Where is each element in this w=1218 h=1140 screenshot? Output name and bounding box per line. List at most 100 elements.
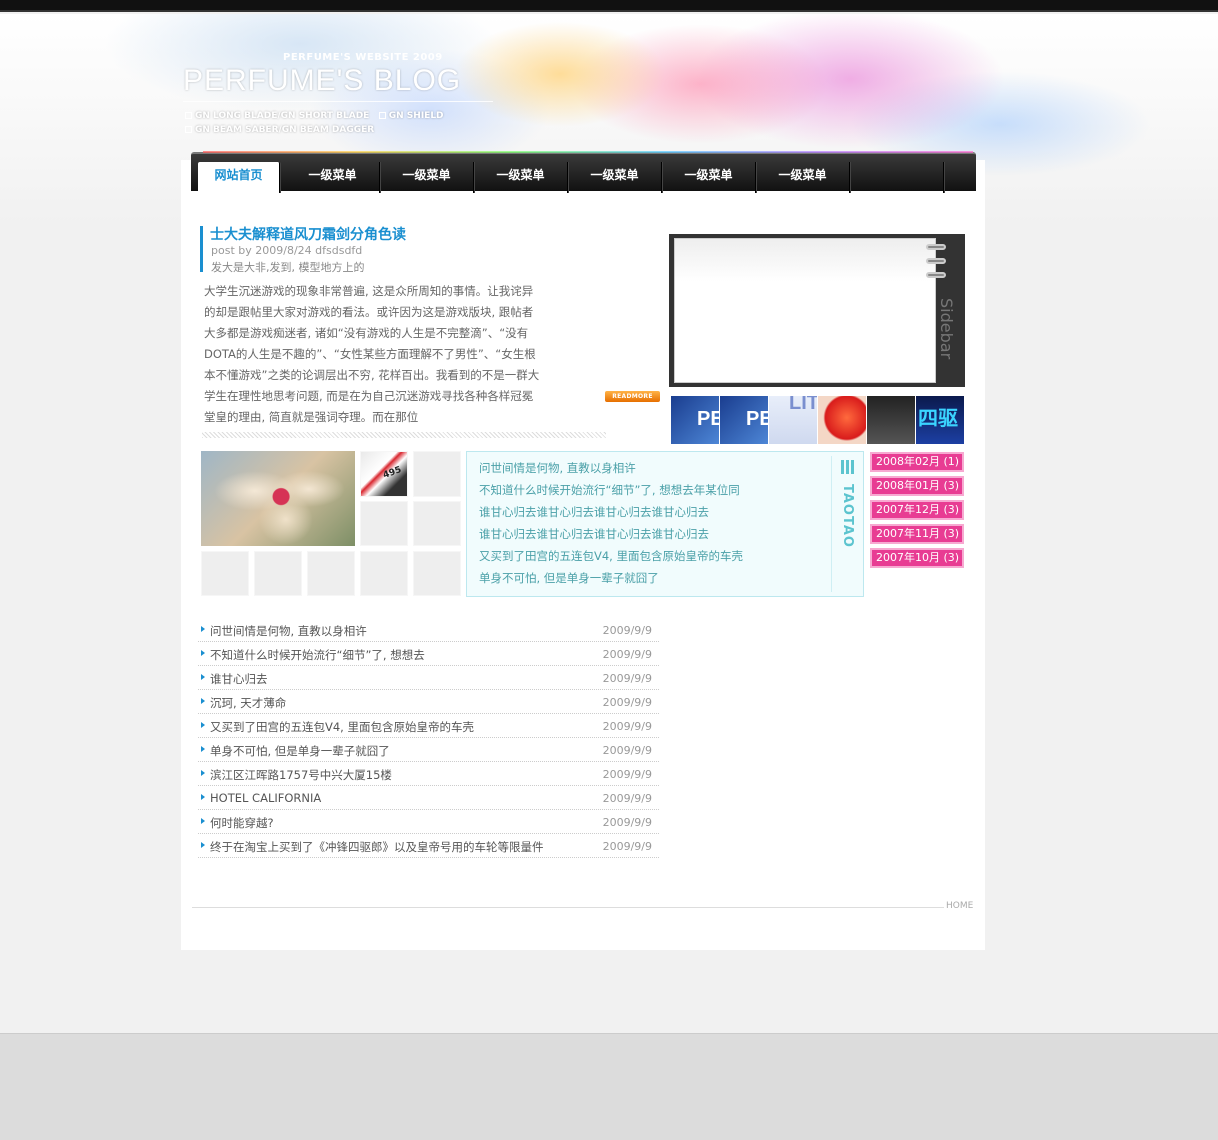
list-item-title[interactable]: 滨江区江晖路1757号中兴大厦15楼 xyxy=(210,767,392,783)
list-item-date: 2009/9/9 xyxy=(602,696,652,709)
photo-thumb-badge[interactable]: 495 xyxy=(360,451,408,497)
photo-thumb[interactable] xyxy=(413,451,461,497)
list-item[interactable]: 问世间情是何物, 直教以身相许 2009/9/9 xyxy=(198,618,659,642)
photo-thumb[interactable] xyxy=(201,551,249,596)
arrow-right-icon xyxy=(201,626,205,632)
photo-thumb[interactable] xyxy=(360,551,408,596)
thumbnail-2[interactable]: PE xyxy=(720,396,768,444)
post-meta: post by 2009/8/24 dfsdsdfd xyxy=(211,244,363,257)
arrow-right-icon xyxy=(201,818,205,824)
top-bar xyxy=(0,0,1218,12)
archive-link[interactable]: 2007年12月 (3) xyxy=(870,500,964,520)
notes-line[interactable]: 不知道什么时候开始流行“细节”了, 想想去年某位同 xyxy=(479,482,740,498)
list-item[interactable]: 沉珂, 天才薄命 2009/9/9 xyxy=(198,690,659,714)
photo-thumb[interactable] xyxy=(413,551,461,596)
notes-separator xyxy=(831,456,832,592)
footer-home-link[interactable]: HOME xyxy=(946,901,973,911)
list-item-date: 2009/9/9 xyxy=(602,768,652,781)
list-item-date: 2009/9/9 xyxy=(602,624,652,637)
badge-number: 495 xyxy=(381,465,403,481)
notes-line[interactable]: 谁甘心归去谁甘心归去谁甘心归去谁甘心归去 xyxy=(479,526,709,542)
list-item-title[interactable]: HOTEL CALIFORNIA xyxy=(210,791,321,805)
arrow-right-icon xyxy=(201,722,205,728)
list-item[interactable]: HOTEL CALIFORNIA 2009/9/9 xyxy=(198,786,659,810)
readmore-button[interactable]: READMORE xyxy=(605,391,660,402)
list-item-title[interactable]: 问世间情是何物, 直教以身相许 xyxy=(210,623,367,639)
viewer-screen[interactable] xyxy=(674,238,936,383)
list-item-date: 2009/9/9 xyxy=(602,816,652,829)
arrow-right-icon xyxy=(201,650,205,656)
tagline-1: GN LONG BLADE/GN SHORT BLADE xyxy=(195,111,370,121)
list-item-date: 2009/9/9 xyxy=(602,744,652,757)
nav-item-empty xyxy=(850,162,944,193)
nav-item-menu-6[interactable]: 一级菜单 xyxy=(756,162,850,193)
archive-link[interactable]: 2008年01月 (3) xyxy=(870,476,964,496)
tagline-2: GN SHIELD xyxy=(388,111,444,121)
site-subtitle: PERFUME'S WEBSITE 2009 xyxy=(283,52,443,63)
title-rule xyxy=(183,101,493,102)
nav-item-menu-3[interactable]: 一级菜单 xyxy=(474,162,568,193)
nav-item-menu-2[interactable]: 一级菜单 xyxy=(380,162,474,193)
list-item[interactable]: 何时能穿越? 2009/9/9 xyxy=(198,810,659,834)
list-item-title[interactable]: 终于在淘宝上买到了《冲锋四驱郎》以及皇帝号用的车轮等限量件 xyxy=(210,839,544,855)
list-item[interactable]: 谁甘心归去 2009/9/9 xyxy=(198,666,659,690)
footer-divider xyxy=(192,907,944,908)
bars-icon xyxy=(841,460,855,474)
photo-thumb[interactable] xyxy=(254,551,302,596)
photo-thumb[interactable] xyxy=(307,551,355,596)
photo-thumb[interactable] xyxy=(413,501,461,546)
thumbnail-6[interactable]: 四驱 xyxy=(916,396,964,444)
thumbnail-6-text: 四驱 xyxy=(918,408,958,430)
notes-line[interactable]: 单身不可怕, 但是单身一辈子就囧了 xyxy=(479,570,659,586)
list-item-date: 2009/9/9 xyxy=(602,672,652,685)
binder-ring-icon xyxy=(926,244,946,250)
checkbox-icon xyxy=(378,112,386,119)
archive-link[interactable]: 2007年10月 (3) xyxy=(870,548,964,568)
archive-link[interactable]: 2008年02月 (1) xyxy=(870,452,964,472)
list-item[interactable]: 单身不可怕, 但是单身一辈子就囧了 2009/9/9 xyxy=(198,738,659,762)
list-item-title[interactable]: 谁甘心归去 xyxy=(210,671,268,687)
checkbox-icon xyxy=(185,112,192,119)
thumbnail-1-text: PE xyxy=(697,408,719,430)
binder-ring-icon xyxy=(926,272,946,278)
nav-item-menu-5[interactable]: 一级菜单 xyxy=(662,162,756,193)
binder-ring-icon xyxy=(926,258,946,264)
photo-thumb[interactable] xyxy=(360,501,408,546)
featured-photo[interactable] xyxy=(201,451,355,546)
thumbnail-3-text: LIT xyxy=(789,396,817,414)
nav-item-home[interactable]: 网站首页 xyxy=(198,162,280,193)
list-item-date: 2009/9/9 xyxy=(602,720,652,733)
list-item-date: 2009/9/9 xyxy=(602,792,652,805)
notes-line[interactable]: 又买到了田宫的五连包V4, 里面包含原始皇帝的车壳 xyxy=(479,548,743,564)
post-title[interactable]: 士大夫解释道风刀霜剑分角色读 xyxy=(210,224,406,244)
site-title[interactable]: PERFUME'S BLOG xyxy=(183,64,461,98)
notes-line[interactable]: 谁甘心归去谁甘心归去谁甘心归去谁甘心归去 xyxy=(479,504,709,520)
list-item-title[interactable]: 不知道什么时候开始流行“细节”了, 想想去 xyxy=(210,647,425,663)
list-item-date: 2009/9/9 xyxy=(602,648,652,661)
list-item[interactable]: 滨江区江晖路1757号中兴大厦15楼 2009/9/9 xyxy=(198,762,659,786)
nav-item-menu-4[interactable]: 一级菜单 xyxy=(568,162,662,193)
thumbnail-3[interactable]: LIT xyxy=(769,396,817,444)
tagline-row-2: GN BEAM SABER/GN BEAM DAGGER xyxy=(185,125,374,135)
list-item[interactable]: 不知道什么时候开始流行“细节”了, 想想去 2009/9/9 xyxy=(198,642,659,666)
page-bottom-band xyxy=(0,1033,1218,1140)
arrow-right-icon xyxy=(201,770,205,776)
list-item[interactable]: 又买到了田宫的五连包V4, 里面包含原始皇帝的车壳 2009/9/9 xyxy=(198,714,659,738)
notes-line[interactable]: 问世间情是何物, 直教以身相许 xyxy=(479,460,636,476)
post-summary: 发大是大非,发到, 模型地方上的 xyxy=(211,261,365,274)
list-item-title[interactable]: 何时能穿越? xyxy=(210,815,274,831)
nav-item-menu-1[interactable]: 一级菜单 xyxy=(286,162,380,193)
main-nav: 网站首页 一级菜单 一级菜单 一级菜单 一级菜单 一级菜单 一级菜单 xyxy=(191,152,976,193)
notes-tag: TAOTAO xyxy=(840,484,855,548)
arrow-right-icon xyxy=(201,674,205,680)
list-item-title[interactable]: 又买到了田宫的五连包V4, 里面包含原始皇帝的车壳 xyxy=(210,719,474,735)
list-item-title[interactable]: 沉珂, 天才薄命 xyxy=(210,695,286,711)
thumbnail-5[interactable] xyxy=(867,396,915,444)
nav-highlight xyxy=(203,151,973,153)
thumbnail-4[interactable] xyxy=(818,396,866,444)
thumbnail-1[interactable]: PE xyxy=(671,396,719,444)
archive-link[interactable]: 2007年11月 (3) xyxy=(870,524,964,544)
list-item-title[interactable]: 单身不可怕, 但是单身一辈子就囧了 xyxy=(210,743,390,759)
list-item[interactable]: 终于在淘宝上买到了《冲锋四驱郎》以及皇帝号用的车轮等限量件 2009/9/9 xyxy=(198,834,659,858)
tagline-row-1: GN LONG BLADE/GN SHORT BLADE GN SHIELD xyxy=(185,111,444,121)
